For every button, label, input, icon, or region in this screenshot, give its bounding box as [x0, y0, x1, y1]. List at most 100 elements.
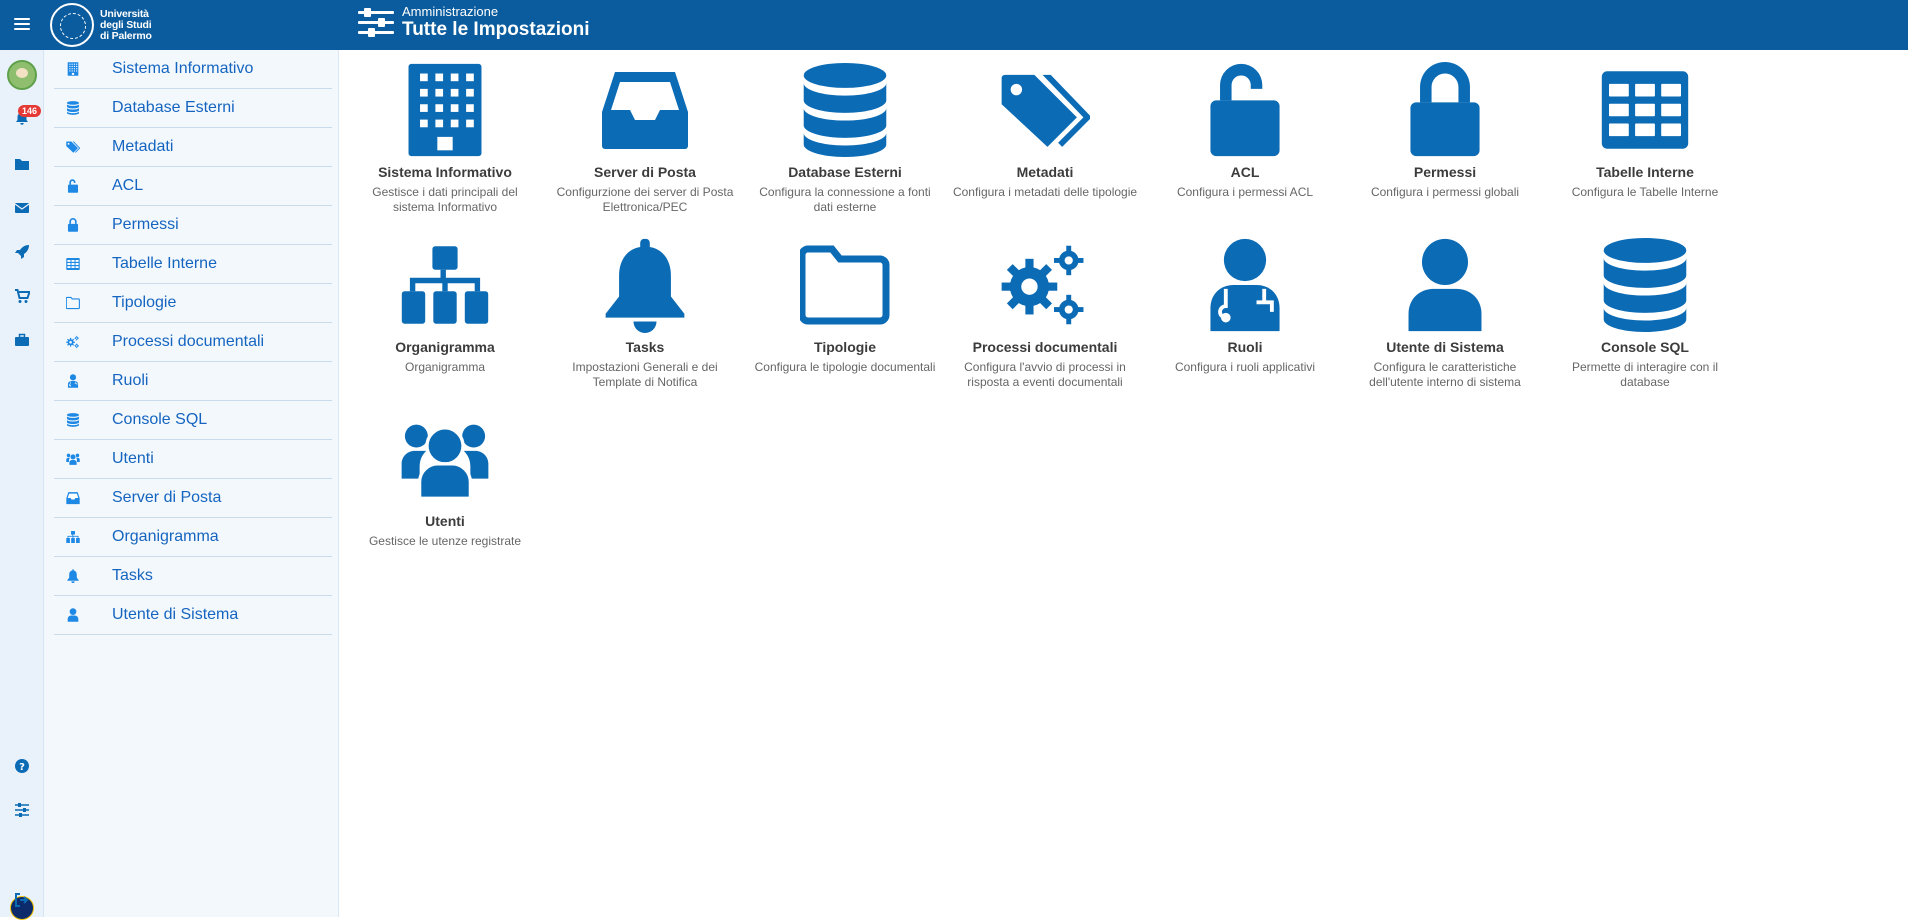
- users-icon: [66, 452, 80, 466]
- settings-card-console-sql[interactable]: Console SQL Permette di interagire con il…: [1545, 233, 1745, 390]
- sidebar-item-label: Utenti: [112, 450, 154, 467]
- bell-icon: [58, 569, 88, 583]
- users-icon: [400, 411, 490, 507]
- settings-card-tipologie[interactable]: Tipologie Configura le tipologie document…: [745, 233, 945, 375]
- card-title: Utenti: [425, 513, 465, 529]
- folder-icon: [58, 296, 88, 310]
- table-icon: [1545, 58, 1745, 158]
- sitemap-icon: [66, 530, 80, 544]
- cart-icon[interactable]: [10, 284, 34, 308]
- user-md-icon: [66, 374, 80, 388]
- settings-card-tabelle-interne[interactable]: Tabelle Interne Configura le Tabelle Inte…: [1545, 58, 1745, 200]
- sidebar-item-processi-documentali[interactable]: Processi documentali: [54, 323, 332, 362]
- users-icon: [345, 407, 545, 507]
- settings-card-utenti[interactable]: Utenti Gestisce le utenze registrate: [345, 407, 545, 549]
- help-icon[interactable]: ?: [10, 754, 34, 778]
- sidebar-item-ruoli[interactable]: Ruoli: [54, 362, 332, 401]
- card-title: Tasks: [625, 339, 665, 355]
- user-md-icon: [1145, 233, 1345, 333]
- university-seal-icon: [50, 3, 94, 47]
- settings-card-metadati[interactable]: Metadati Configura i metadati delle tipol…: [945, 58, 1145, 200]
- notification-badge: 146: [18, 105, 42, 117]
- card-title: Organigramma: [395, 339, 495, 355]
- unlock-icon: [1145, 58, 1345, 158]
- users-icon: [58, 452, 88, 466]
- sidebar-item-metadati[interactable]: Metadati: [54, 128, 332, 167]
- card-title: Ruoli: [1227, 339, 1263, 355]
- table-icon: [1600, 62, 1690, 158]
- card-description: Impostazioni Generali e dei Template di …: [572, 360, 718, 389]
- user-icon: [66, 608, 80, 622]
- menu-toggle-icon[interactable]: [12, 15, 32, 35]
- cogs-icon: [66, 335, 80, 349]
- settings-card-database-esterni[interactable]: Database Esterni Configura la connessione…: [745, 58, 945, 215]
- folder-icon[interactable]: [10, 152, 34, 176]
- settings-card-ruoli[interactable]: Ruoli Configura i ruoli applicativi: [1145, 233, 1345, 375]
- unlock-icon: [1200, 62, 1290, 158]
- page-title: Tutte le Impostazioni: [402, 19, 590, 40]
- university-logo[interactable]: Università degli Studi di Palermo: [50, 3, 152, 47]
- settings-card-permessi[interactable]: Permessi Configura i permessi globali: [1345, 58, 1545, 200]
- lock-icon: [58, 218, 88, 232]
- top-bar: Università degli Studi di Palermo Ammini…: [0, 0, 1908, 50]
- sidebar-item-label: Database Esterni: [112, 99, 235, 116]
- user-icon: [58, 608, 88, 622]
- avatar[interactable]: [7, 60, 37, 90]
- card-description: Permette di interagire con il database: [1571, 360, 1719, 389]
- sidebar-item-tabelle-interne[interactable]: Tabelle Interne: [54, 245, 332, 284]
- sidebar-item-utente-di-sistema[interactable]: Utente di Sistema: [54, 596, 332, 635]
- envelope-icon[interactable]: [10, 196, 34, 220]
- rocket-icon[interactable]: [10, 240, 34, 264]
- settings-card-processi-documentali[interactable]: Processi documentali Configura l'avvio di…: [945, 233, 1145, 390]
- inbox-icon: [600, 62, 690, 158]
- sidebar-item-tipologie[interactable]: Tipologie: [54, 284, 332, 323]
- sidebar-item-label: Processi documentali: [112, 333, 265, 350]
- card-title: Database Esterni: [788, 164, 902, 180]
- briefcase-icon[interactable]: [10, 328, 34, 352]
- card-description: Gestisce le utenze registrate: [368, 534, 522, 548]
- card-description: Gestisce i dati principali del sistema I…: [372, 185, 518, 214]
- svg-text:?: ?: [19, 762, 25, 773]
- card-description: Configura le caratteristiche dell'utente…: [1369, 360, 1521, 389]
- sidebar-item-organigramma[interactable]: Organigramma: [54, 518, 332, 557]
- unlock-icon: [58, 179, 88, 193]
- card-title: Tabelle Interne: [1596, 164, 1694, 180]
- card-description: Configura i permessi globali: [1370, 185, 1520, 199]
- sidebar-item-acl[interactable]: ACL: [54, 167, 332, 206]
- settings-card-acl[interactable]: ACL Configura i permessi ACL: [1145, 58, 1345, 200]
- tags-icon: [945, 58, 1145, 158]
- tags-icon: [1000, 62, 1090, 158]
- cogs-icon: [945, 233, 1145, 333]
- card-description: Configura le tipologie documentali: [754, 360, 936, 374]
- sidebar-item-label: Tasks: [112, 567, 153, 584]
- sliders-icon: [358, 5, 394, 41]
- cogs-icon: [1000, 237, 1090, 333]
- sidebar-item-permessi[interactable]: Permessi: [54, 206, 332, 245]
- settings-card-organigramma[interactable]: Organigramma Organigramma: [345, 233, 545, 375]
- logout-icon[interactable]: [10, 888, 34, 912]
- sidebar-item-label: Sistema Informativo: [112, 60, 254, 77]
- sidebar-item-database-esterni[interactable]: Database Esterni: [54, 89, 332, 128]
- card-title: Console SQL: [1601, 339, 1689, 355]
- settings-card-server-di-posta[interactable]: Server di Posta Configurzione dei server …: [545, 58, 745, 215]
- settings-card-sistema-informativo[interactable]: Sistema Informativo Gestisce i dati princ…: [345, 58, 545, 215]
- folder-icon: [800, 237, 890, 333]
- sidebar-item-server-di-posta[interactable]: Server di Posta: [54, 479, 332, 518]
- sidebar-item-console-sql[interactable]: Console SQL: [54, 401, 332, 440]
- sidebar-item-label: Tipologie: [112, 294, 177, 311]
- settings-sliders-icon[interactable]: [10, 798, 34, 822]
- database-icon: [1600, 237, 1690, 333]
- database-icon: [66, 101, 80, 115]
- card-title: Permessi: [1413, 164, 1477, 180]
- inbox-icon: [58, 491, 88, 505]
- settings-card-utente-di-sistema[interactable]: Utente di Sistema Configura le caratteris…: [1345, 233, 1545, 390]
- sidebar-item-sistema-informativo[interactable]: Sistema Informativo: [54, 50, 332, 89]
- settings-card-tasks[interactable]: Tasks Impostazioni Generali e dei Templat…: [545, 233, 745, 390]
- page-header: Amministrazione Tutte le Impostazioni: [358, 5, 590, 41]
- lock-icon: [66, 218, 80, 232]
- tags-icon: [58, 140, 88, 154]
- building-icon: [58, 62, 88, 76]
- sidebar-item-utenti[interactable]: Utenti: [54, 440, 332, 479]
- sidebar-item-tasks[interactable]: Tasks: [54, 557, 332, 596]
- card-title: Processi documentali: [972, 339, 1118, 355]
